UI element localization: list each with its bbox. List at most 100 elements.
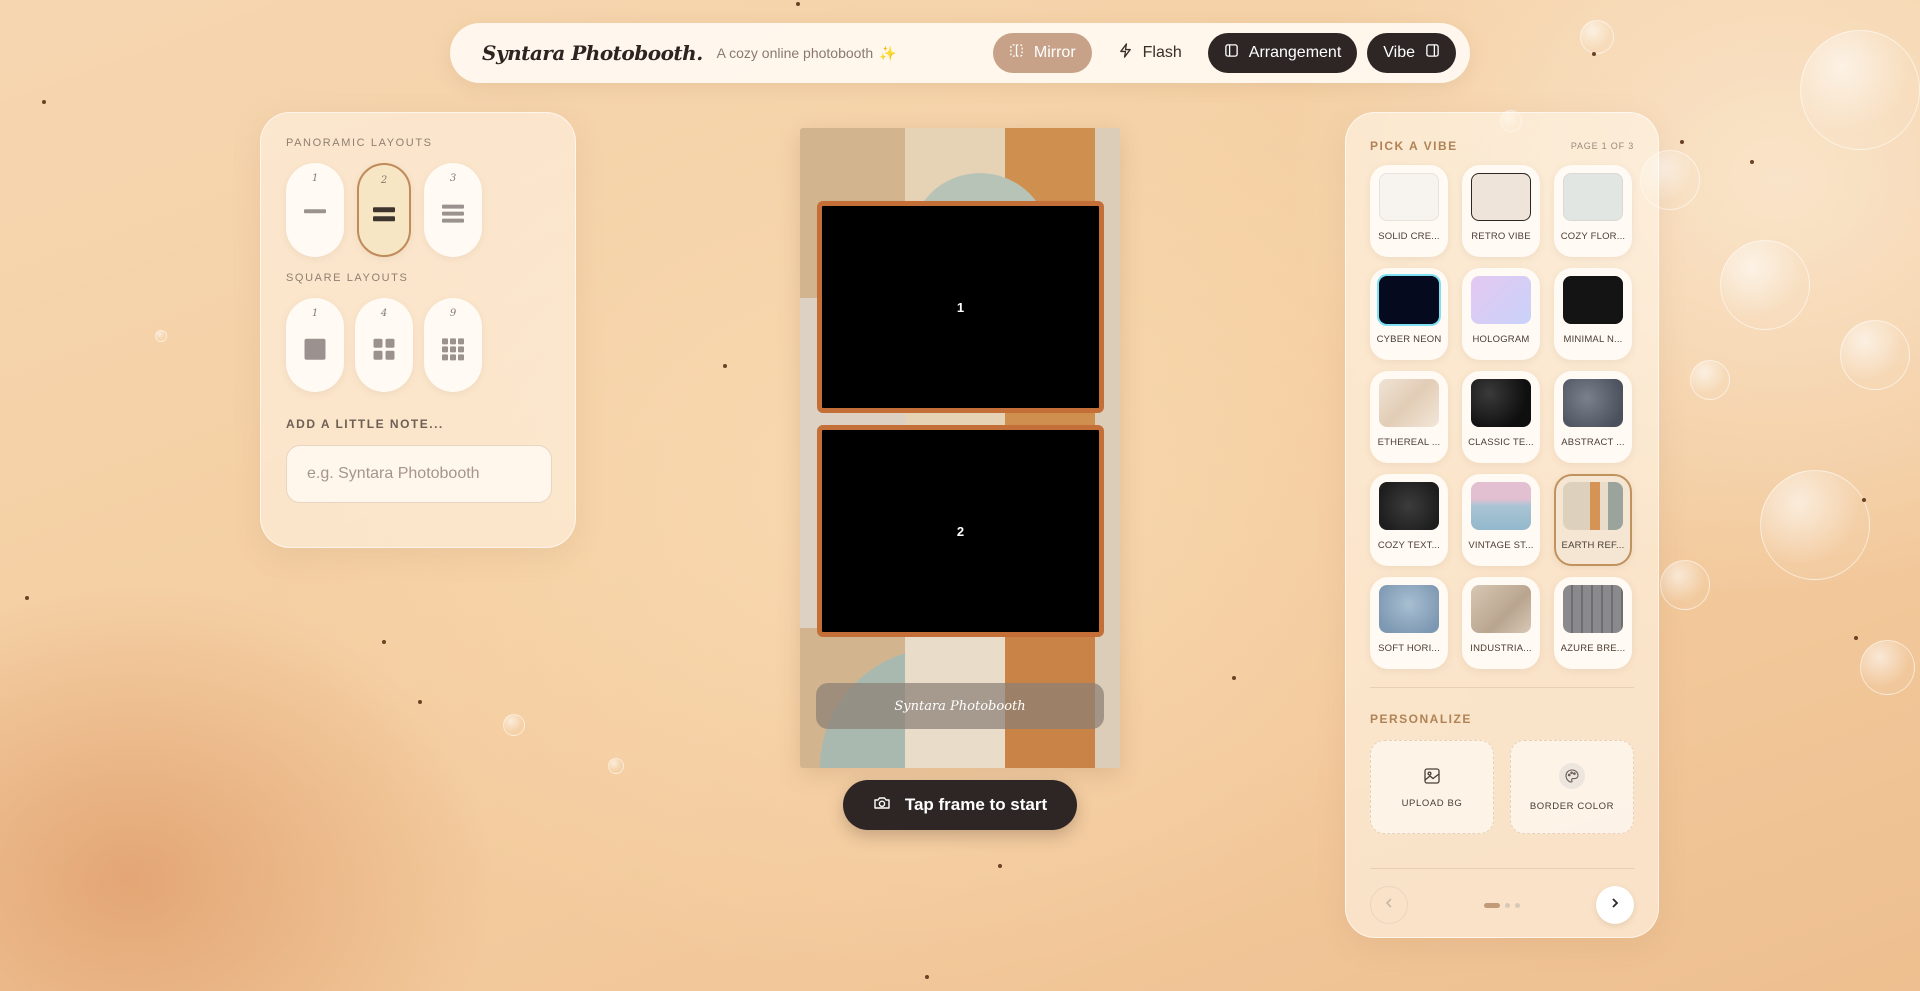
- mirror-button[interactable]: Mirror: [992, 33, 1092, 73]
- layout-number: 2: [380, 175, 388, 186]
- page-indicator: PAGE 1 OF 3: [1570, 141, 1634, 151]
- vibe-option[interactable]: AZURE BRE...: [1554, 577, 1632, 669]
- vibe-label: CYBER NEON: [1376, 334, 1442, 345]
- panoramic-layouts-label: PANORAMIC LAYOUTS: [286, 137, 433, 149]
- vibe-label: HOLOGRAM: [1472, 334, 1530, 345]
- chevron-left-icon: [1383, 896, 1395, 914]
- vibe-label: EARTH REF...: [1561, 540, 1625, 551]
- arrangement-label: Arrangement: [1248, 44, 1342, 61]
- vibe-grid: SOLID CRE... RETRO VIBE COZY FLOR... CYBER …: [1370, 165, 1634, 669]
- vibe-option[interactable]: VINTAGE ST...: [1462, 474, 1540, 566]
- square-layouts: 1 4 9: [286, 298, 550, 392]
- brand-title: Syntara Photobooth.: [482, 41, 703, 65]
- photo-frame-1[interactable]: 1: [817, 201, 1104, 413]
- prev-page-button[interactable]: [1370, 886, 1408, 924]
- vibe-label: ETHEREAL ...: [1377, 437, 1441, 448]
- image-icon: [1422, 766, 1442, 786]
- layout-number: 9: [449, 308, 457, 319]
- sidebar-icon: [1224, 43, 1239, 63]
- photo-strip[interactable]: 1 2 Syntara Photobooth: [800, 128, 1120, 768]
- vibe-label: ABSTRACT ...: [1561, 437, 1625, 448]
- vibe-option[interactable]: CYBER NEON: [1370, 268, 1448, 360]
- vibe-option[interactable]: CLASSIC TE...: [1462, 371, 1540, 463]
- vibe-label: COZY FLOR...: [1560, 231, 1626, 242]
- square-layout-1[interactable]: 1: [286, 298, 344, 392]
- vibe-label: Vibe: [1383, 44, 1415, 61]
- sidebar-right-icon: [1425, 43, 1440, 63]
- square-layout-9[interactable]: 9: [424, 298, 482, 392]
- vibe-option[interactable]: SOLID CRE...: [1370, 165, 1448, 257]
- mirror-icon: [1009, 43, 1024, 63]
- upload-bg-label: UPLOAD BG: [1401, 797, 1463, 809]
- upload-bg-button[interactable]: UPLOAD BG: [1370, 740, 1494, 834]
- page-dot[interactable]: [1505, 902, 1510, 908]
- vibe-option[interactable]: EARTH REF...: [1554, 474, 1632, 566]
- vibe-label: MINIMAL N...: [1563, 334, 1623, 345]
- next-page-button[interactable]: [1596, 886, 1634, 924]
- vibe-option[interactable]: SOFT HORI...: [1370, 577, 1448, 669]
- vibe-swatch: [1379, 379, 1439, 427]
- vibe-label: VINTAGE ST...: [1468, 540, 1534, 551]
- vibe-swatch: [1471, 379, 1531, 427]
- palette-icon: [1559, 762, 1585, 789]
- vibe-option[interactable]: COZY TEXT...: [1370, 474, 1448, 566]
- vibe-option[interactable]: ABSTRACT ...: [1554, 371, 1632, 463]
- panoramic-layout-3[interactable]: 3: [424, 163, 482, 257]
- vibe-swatch: [1379, 173, 1439, 221]
- personalize-label: PERSONALIZE: [1370, 712, 1472, 726]
- sparkle-icon: ✨: [879, 44, 897, 61]
- top-actions: Mirror Flash Arrangement Vibe: [992, 33, 1456, 73]
- flash-label: Flash: [1142, 44, 1182, 61]
- vibe-swatch: [1379, 482, 1439, 530]
- vibe-label: INDUSTRIA...: [1470, 643, 1532, 654]
- square-layouts-label: SQUARE LAYOUTS: [286, 272, 409, 284]
- vibe-swatch: [1563, 379, 1623, 427]
- vibe-swatch: [1471, 482, 1531, 530]
- vibe-swatch: [1471, 585, 1531, 633]
- vibe-panel-header: PICK A VIBE PAGE 1 OF 3: [1370, 139, 1634, 153]
- vibe-option[interactable]: MINIMAL N...: [1554, 268, 1632, 360]
- square-layout-4[interactable]: 4: [355, 298, 413, 392]
- vibe-swatch: [1471, 173, 1531, 221]
- grid-4-icon: [373, 338, 395, 360]
- border-color-button[interactable]: BORDER COLOR: [1510, 740, 1634, 834]
- tagline-text: A cozy online photobooth: [716, 45, 874, 61]
- vibe-swatch: [1563, 173, 1623, 221]
- panoramic-layout-1[interactable]: 1: [286, 163, 344, 257]
- layout-number: 1: [311, 308, 319, 319]
- pager: [1370, 886, 1634, 924]
- start-button[interactable]: Tap frame to start: [843, 780, 1077, 830]
- strip-caption: Syntara Photobooth: [816, 683, 1104, 729]
- triple-strip-icon: [442, 204, 464, 223]
- layout-number: 4: [380, 308, 388, 319]
- layout-panel: PANORAMIC LAYOUTS 1 2 3 SQUARE LAYOUTS 1…: [260, 112, 576, 548]
- page-dot[interactable]: [1515, 902, 1520, 908]
- single-strip-icon: [304, 209, 326, 214]
- vibe-label: AZURE BRE...: [1560, 643, 1626, 654]
- page-dot-active[interactable]: [1484, 902, 1500, 908]
- vibe-option[interactable]: INDUSTRIA...: [1462, 577, 1540, 669]
- vibe-option[interactable]: ETHEREAL ...: [1370, 371, 1448, 463]
- vibe-button[interactable]: Vibe: [1367, 33, 1456, 73]
- personalize-options: UPLOAD BG BORDER COLOR: [1370, 740, 1634, 834]
- divider: [1370, 868, 1634, 869]
- vibe-option[interactable]: RETRO VIBE: [1462, 165, 1540, 257]
- note-label: ADD A LITTLE NOTE...: [286, 417, 444, 431]
- vibe-swatch: [1379, 276, 1439, 324]
- note-input[interactable]: [286, 445, 552, 503]
- top-bar: Syntara Photobooth. A cozy online photob…: [450, 23, 1470, 83]
- panoramic-layout-2[interactable]: 2: [357, 163, 411, 257]
- arrangement-button[interactable]: Arrangement: [1207, 33, 1358, 73]
- pick-vibe-title: PICK A VIBE: [1370, 139, 1458, 153]
- flash-button[interactable]: Flash: [1102, 33, 1198, 73]
- vibe-option[interactable]: HOLOGRAM: [1462, 268, 1540, 360]
- vibe-swatch: [1563, 482, 1623, 530]
- double-strip-icon: [373, 207, 395, 222]
- vibe-panel: PICK A VIBE PAGE 1 OF 3 SOLID CRE... RETR…: [1345, 112, 1659, 938]
- flash-icon: [1118, 43, 1133, 63]
- layout-number: 1: [311, 173, 319, 184]
- photo-frame-2[interactable]: 2: [817, 425, 1104, 637]
- border-color-label: BORDER COLOR: [1529, 800, 1615, 812]
- page-dots: [1484, 902, 1520, 908]
- vibe-option[interactable]: COZY FLOR...: [1554, 165, 1632, 257]
